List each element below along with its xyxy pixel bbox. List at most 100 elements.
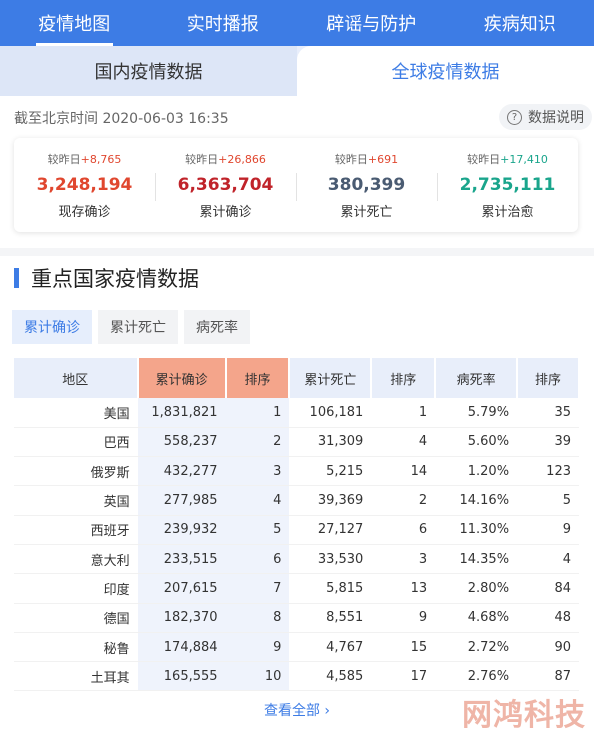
cell-total-confirmed: 277,985: [138, 486, 226, 515]
table-row[interactable]: 秘鲁174,88494,767152.72%90: [14, 632, 579, 661]
header-fatality-rate[interactable]: 病死率: [435, 358, 517, 398]
cell-fatality-rate: 1.20%: [435, 457, 517, 486]
cell-rank-confirmed: 4: [226, 486, 290, 515]
stat-label: 累计确诊: [155, 201, 296, 220]
cell-region: 意大利: [14, 544, 138, 573]
cell-total-confirmed: 1,831,821: [138, 398, 226, 427]
stat-value: 2,735,111: [437, 175, 578, 195]
cell-region: 美国: [14, 398, 138, 427]
cell-fatality-rate: 5.79%: [435, 398, 517, 427]
stat-delta-label: 较昨日: [467, 153, 500, 166]
cell-total-deaths: 33,530: [289, 544, 371, 573]
cell-rank-fatality: 87: [517, 662, 579, 691]
cell-rank-confirmed: 5: [226, 515, 290, 544]
stat-item: 较昨日+691380,399累计死亡: [296, 151, 437, 220]
cell-rank-deaths: 3: [371, 544, 435, 573]
nav-epidemic-map[interactable]: 疫情地图: [0, 0, 149, 46]
cell-total-deaths: 5,815: [289, 574, 371, 603]
table-row[interactable]: 德国182,37088,55194.68%48: [14, 603, 579, 632]
table-row[interactable]: 西班牙239,932527,127611.30%9: [14, 515, 579, 544]
cell-rank-fatality: 39: [517, 427, 579, 456]
tab-domestic-data[interactable]: 国内疫情数据: [0, 46, 297, 96]
cell-total-confirmed: 239,932: [138, 515, 226, 544]
stat-delta-value: +691: [368, 153, 398, 166]
data-scope-tabs: 国内疫情数据 全球疫情数据: [0, 46, 594, 96]
header-total-confirmed[interactable]: 累计确诊: [138, 358, 226, 398]
cell-total-confirmed: 174,884: [138, 632, 226, 661]
stat-delta: 较昨日+691: [296, 151, 437, 167]
update-timestamp: 截至北京时间 2020-06-03 16:35: [14, 108, 229, 128]
stat-delta: 较昨日+17,410: [437, 151, 578, 167]
stat-delta-value: +8,765: [81, 153, 122, 166]
update-time-bar: 截至北京时间 2020-06-03 16:35 ? 数据说明: [0, 100, 594, 134]
table-row[interactable]: 意大利233,515633,530314.35%4: [14, 544, 579, 573]
cell-rank-fatality: 5: [517, 486, 579, 515]
nav-disease-knowledge[interactable]: 疾病知识: [446, 0, 594, 46]
cell-rank-deaths: 1: [371, 398, 435, 427]
cell-total-deaths: 4,585: [289, 662, 371, 691]
cell-region: 英国: [14, 486, 138, 515]
header-rank-fatality[interactable]: 排序: [517, 358, 579, 398]
cell-total-confirmed: 233,515: [138, 544, 226, 573]
cell-fatality-rate: 2.72%: [435, 632, 517, 661]
cell-total-confirmed: 182,370: [138, 603, 226, 632]
table-row[interactable]: 土耳其165,555104,585172.76%87: [14, 662, 579, 691]
table-row[interactable]: 巴西558,237231,30945.60%39: [14, 427, 579, 456]
stat-delta-value: +17,410: [500, 153, 548, 166]
cell-region: 印度: [14, 574, 138, 603]
cell-rank-deaths: 9: [371, 603, 435, 632]
cell-rank-deaths: 6: [371, 515, 435, 544]
cell-fatality-rate: 11.30%: [435, 515, 517, 544]
filter-tab-deaths[interactable]: 累计死亡: [98, 310, 178, 344]
table-row[interactable]: 俄罗斯432,27735,215141.20%123: [14, 457, 579, 486]
table-row[interactable]: 美国1,831,8211106,18115.79%35: [14, 398, 579, 427]
cell-fatality-rate: 4.68%: [435, 603, 517, 632]
stat-delta-value: +26,866: [218, 153, 266, 166]
cell-fatality-rate: 2.76%: [435, 662, 517, 691]
question-icon: ?: [507, 110, 522, 125]
cell-rank-confirmed: 2: [226, 427, 290, 456]
cell-total-confirmed: 558,237: [138, 427, 226, 456]
cell-total-confirmed: 207,615: [138, 574, 226, 603]
header-rank-confirmed[interactable]: 排序: [226, 358, 290, 398]
stat-value: 6,363,704: [155, 175, 296, 195]
header-total-deaths[interactable]: 累计死亡: [289, 358, 371, 398]
table-row[interactable]: 英国277,985439,369214.16%5: [14, 486, 579, 515]
stat-delta-label: 较昨日: [185, 153, 218, 166]
section-divider: [0, 248, 594, 256]
nav-rumor-protection[interactable]: 辟谣与防护: [297, 0, 446, 46]
cell-region: 秘鲁: [14, 632, 138, 661]
stat-label: 现存确诊: [14, 201, 155, 220]
cell-total-confirmed: 165,555: [138, 662, 226, 691]
cell-rank-confirmed: 10: [226, 662, 290, 691]
tab-global-data[interactable]: 全球疫情数据: [297, 46, 594, 96]
cell-region: 土耳其: [14, 662, 138, 691]
metric-filter-tabs: 累计确诊 累计死亡 病死率: [12, 310, 250, 344]
table-row[interactable]: 印度207,61575,815132.80%84: [14, 574, 579, 603]
cell-total-deaths: 5,215: [289, 457, 371, 486]
cell-rank-confirmed: 7: [226, 574, 290, 603]
cell-fatality-rate: 5.60%: [435, 427, 517, 456]
header-region[interactable]: 地区: [14, 358, 138, 398]
cell-region: 俄罗斯: [14, 457, 138, 486]
stat-value: 380,399: [296, 175, 437, 195]
table-header-row: 地区 累计确诊 排序 累计死亡 排序 病死率 排序: [14, 358, 579, 398]
filter-tab-fatality-rate[interactable]: 病死率: [184, 310, 250, 344]
cell-total-confirmed: 432,277: [138, 457, 226, 486]
section-title: 重点国家疫情数据: [14, 264, 199, 292]
header-rank-deaths[interactable]: 排序: [371, 358, 435, 398]
cell-total-deaths: 31,309: [289, 427, 371, 456]
cell-total-deaths: 106,181: [289, 398, 371, 427]
cell-rank-fatality: 90: [517, 632, 579, 661]
data-explanation-button[interactable]: ? 数据说明: [499, 104, 592, 130]
filter-tab-confirmed[interactable]: 累计确诊: [12, 310, 92, 344]
cell-region: 德国: [14, 603, 138, 632]
cell-rank-confirmed: 3: [226, 457, 290, 486]
stat-value: 3,248,194: [14, 175, 155, 195]
stat-delta-label: 较昨日: [335, 153, 368, 166]
stat-item: 较昨日+26,866 6,363,704 累计确诊: [155, 151, 296, 220]
cell-rank-fatality: 4: [517, 544, 579, 573]
nav-live-broadcast[interactable]: 实时播报: [149, 0, 298, 46]
cell-rank-deaths: 13: [371, 574, 435, 603]
watermark-logo: 网鸿科技: [462, 690, 586, 734]
